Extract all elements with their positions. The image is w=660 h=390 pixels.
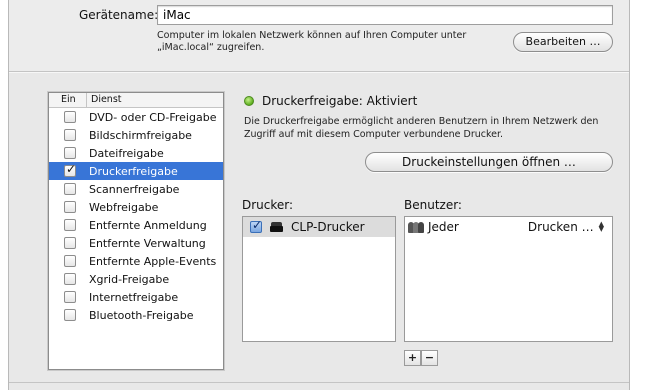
service-label: DVD- oder CD-Freigabe (89, 110, 217, 124)
sharing-window: Gerätename: iMac Computer im lokalen Net… (8, 0, 630, 390)
add-user-button[interactable]: + (404, 350, 421, 366)
service-row[interactable]: Scannerfreigabe (49, 180, 223, 198)
service-label: Scannerfreigabe (89, 182, 180, 196)
service-row[interactable]: Webfreigabe (49, 198, 223, 216)
column-header-on[interactable]: Ein (49, 93, 87, 107)
service-checkbox[interactable] (64, 147, 76, 159)
service-list-header: Ein Dienst (49, 93, 223, 108)
service-row[interactable]: Entfernte Anmeldung (49, 216, 223, 234)
service-status-title: Druckerfreigabe: Aktiviert (262, 94, 418, 108)
permission-value: Drucken … (527, 220, 594, 234)
service-label: Entfernte Verwaltung (89, 236, 206, 250)
users-label: Benutzer: (404, 198, 462, 212)
service-label: Bildschirmfreigabe (89, 128, 192, 142)
service-checkbox[interactable] (64, 255, 76, 267)
printer-checkbox[interactable] (250, 218, 262, 233)
service-checkbox[interactable] (64, 291, 76, 303)
device-name-section: Gerätename: iMac Computer im lokalen Net… (9, 0, 629, 73)
user-row[interactable]: Jeder Drucken … ▲ ▼ (405, 217, 612, 237)
edit-button[interactable]: Bearbeiten … (513, 32, 613, 52)
service-label: Dateifreigabe (89, 146, 164, 160)
users-list: Jeder Drucken … ▲ ▼ (404, 216, 613, 342)
device-name-field[interactable]: iMac (157, 5, 613, 25)
device-name-label: Gerätename: (79, 8, 159, 22)
service-row[interactable]: Dateifreigabe (49, 144, 223, 162)
bottom-divider (9, 382, 629, 383)
service-checkbox[interactable] (64, 309, 76, 321)
service-label: Entfernte Anmeldung (89, 218, 207, 232)
service-list: Ein Dienst DVD- oder CD-Freigabe Bildschi… (48, 92, 224, 370)
service-checkbox[interactable] (64, 237, 76, 249)
service-description: Die Druckerfreigabe ermöglicht anderen B… (244, 116, 599, 140)
permission-select[interactable]: Drucken … ▲ ▼ (528, 220, 604, 234)
service-checkbox[interactable] (64, 201, 76, 213)
service-label: Xgrid-Freigabe (89, 272, 170, 286)
service-row[interactable]: Bluetooth-Freigabe (49, 306, 223, 324)
open-print-settings-button[interactable]: Druckeinstellungen öffnen … (365, 152, 613, 172)
service-checkbox[interactable] (64, 129, 76, 141)
user-name: Jeder (428, 220, 459, 234)
service-label: Entfernte Apple-Events (89, 254, 217, 268)
service-label: Bluetooth-Freigabe (89, 308, 194, 322)
service-checkbox[interactable] (64, 162, 76, 177)
service-row[interactable]: Entfernte Apple-Events (49, 252, 223, 270)
device-name-description: Computer im lokalen Netzwerk können auf … (157, 30, 467, 53)
service-checkbox[interactable] (64, 183, 76, 195)
column-header-service[interactable]: Dienst (87, 93, 122, 107)
service-row[interactable]: Entfernte Verwaltung (49, 234, 223, 252)
service-label: Webfreigabe (89, 200, 159, 214)
status-indicator-icon (244, 96, 254, 106)
service-label: Internetfreigabe (89, 290, 179, 304)
printers-label: Drucker: (242, 198, 294, 212)
service-row[interactable]: Xgrid-Freigabe (49, 270, 223, 288)
service-row[interactable]: DVD- oder CD-Freigabe (49, 108, 223, 126)
remove-user-button[interactable]: − (421, 350, 438, 366)
printer-name: CLP-Drucker (291, 220, 365, 234)
service-checkbox[interactable] (64, 219, 76, 231)
service-row[interactable]: Bildschirmfreigabe (49, 126, 223, 144)
service-checkbox[interactable] (64, 273, 76, 285)
group-users-icon (408, 221, 424, 233)
service-row[interactable]: Druckerfreigabe (49, 162, 223, 180)
service-label: Druckerfreigabe (89, 164, 178, 178)
printers-list: CLP-Drucker (242, 216, 396, 342)
service-checkbox[interactable] (64, 111, 76, 123)
service-row[interactable]: Internetfreigabe (49, 288, 223, 306)
service-rows: DVD- oder CD-Freigabe Bildschirmfreigabe D… (49, 108, 223, 324)
stepper-arrows-icon: ▲ ▼ (598, 220, 604, 233)
printer-icon (270, 222, 283, 232)
printer-row[interactable]: CLP-Drucker (243, 217, 395, 237)
